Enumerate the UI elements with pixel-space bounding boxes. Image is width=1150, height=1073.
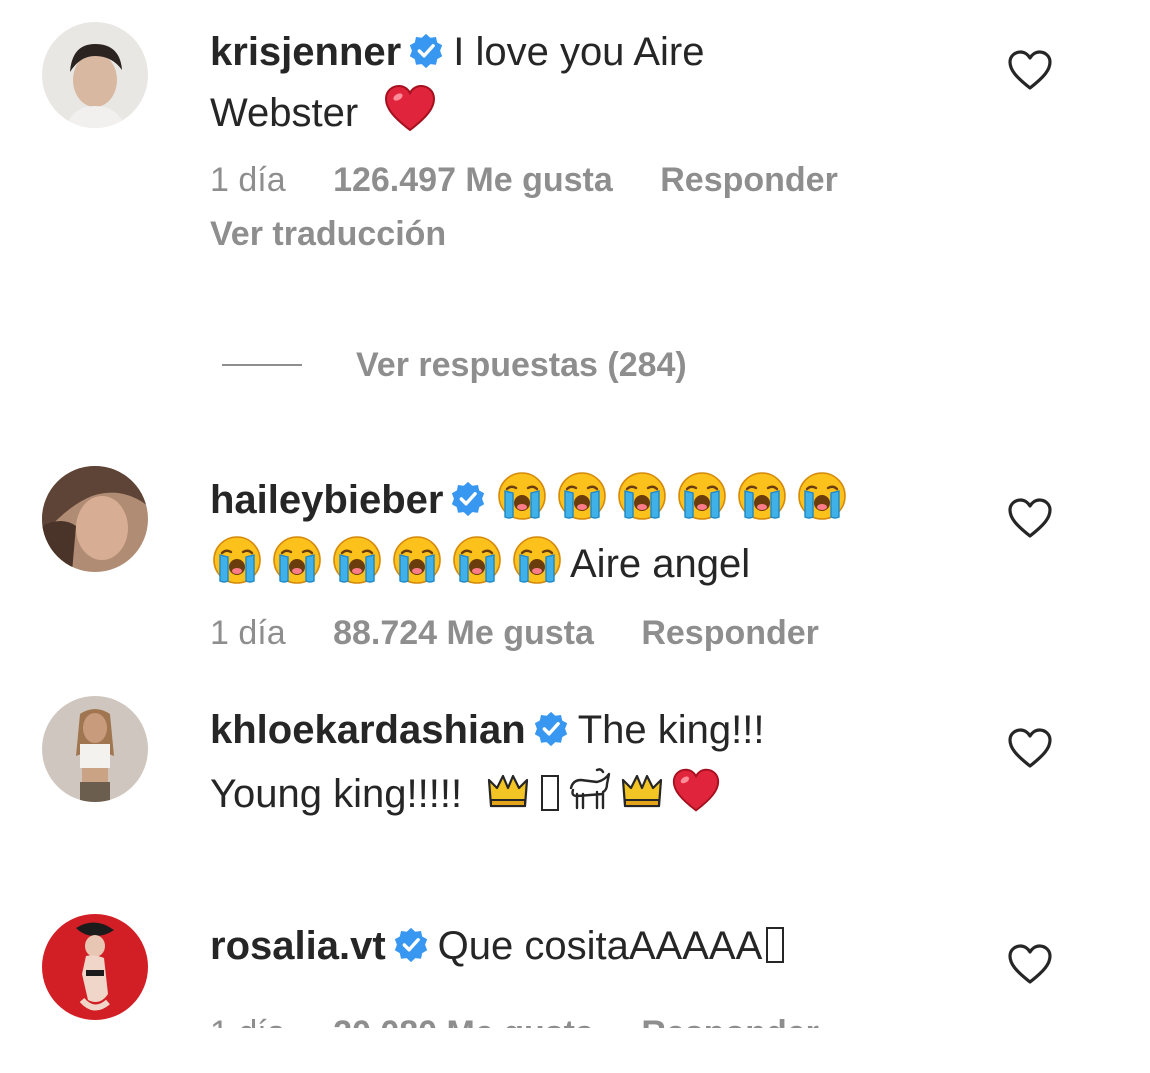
comment-time: 1 día bbox=[210, 1014, 286, 1028]
loudly-crying-face-emoji-icon bbox=[270, 533, 324, 587]
avatar[interactable] bbox=[42, 466, 148, 572]
comment-meta: 1 día 88.724 Me gusta Responder bbox=[210, 610, 970, 656]
comment-text: rosalia.vt Que cositaAAAAA bbox=[210, 916, 970, 976]
comment-meta: 1 día 126.497 Me gusta Responder bbox=[210, 157, 970, 203]
comment-text-line2: Webster bbox=[210, 91, 359, 135]
view-replies-label: Ver respuestas (284) bbox=[356, 345, 687, 384]
verified-badge-icon bbox=[449, 473, 487, 517]
red-heart-emoji-icon bbox=[671, 766, 721, 816]
loudly-crying-face-emoji-icon bbox=[210, 533, 264, 587]
loudly-crying-face-emoji-icon bbox=[795, 469, 849, 523]
loudly-crying-face-emoji-icon bbox=[735, 469, 789, 523]
likes-count[interactable]: 20.080 Me gusta bbox=[333, 1014, 594, 1028]
loudly-crying-face-emoji-icon bbox=[510, 533, 564, 587]
comment-text: khloekardashian The king!!! Young king!!!… bbox=[210, 698, 970, 826]
missing-glyph-icon bbox=[541, 775, 560, 811]
goat-emoji-icon bbox=[563, 766, 613, 816]
comment-body: haileybieber Aire angel 1 día 88.724 Me … bbox=[210, 468, 970, 656]
likes-count[interactable]: 88.724 Me gusta bbox=[333, 614, 594, 652]
crying-emoji-row bbox=[210, 536, 570, 586]
avatar[interactable] bbox=[42, 22, 148, 128]
verified-badge-icon bbox=[532, 703, 570, 747]
crown-emoji-icon bbox=[617, 766, 667, 816]
see-translation-button[interactable]: Ver traducción bbox=[210, 211, 970, 257]
avatar[interactable] bbox=[42, 914, 148, 1020]
loudly-crying-face-emoji-icon bbox=[330, 533, 384, 587]
likes-count[interactable]: 126.497 Me gusta bbox=[333, 161, 613, 199]
comment-text-line1: I love you Aire bbox=[453, 30, 705, 74]
like-heart-icon[interactable] bbox=[1006, 496, 1054, 540]
verified-badge-icon bbox=[407, 27, 445, 69]
username[interactable]: khloekardashian bbox=[210, 708, 526, 752]
loudly-crying-face-emoji-icon bbox=[450, 533, 504, 587]
comment-text: haileybieber Aire angel bbox=[210, 468, 970, 596]
loudly-crying-face-emoji-icon bbox=[555, 469, 609, 523]
username[interactable]: rosalia.vt bbox=[210, 924, 386, 968]
missing-glyph-icon bbox=[766, 927, 785, 963]
comment-text-line1: The king!!! bbox=[577, 708, 765, 752]
loudly-crying-face-emoji-icon bbox=[495, 469, 549, 523]
like-heart-icon[interactable] bbox=[1006, 48, 1054, 92]
like-heart-icon[interactable] bbox=[1006, 942, 1054, 986]
comment-body: rosalia.vt Que cositaAAAAA bbox=[210, 916, 970, 976]
reply-button[interactable]: Responder bbox=[641, 1014, 819, 1028]
loudly-crying-face-emoji-icon bbox=[675, 469, 729, 523]
loudly-crying-face-emoji-icon bbox=[390, 533, 444, 587]
comment-text-line2: Young king!!!!! bbox=[210, 772, 463, 816]
comment-meta: 1 día 20.080 Me gusta Responder bbox=[210, 1010, 970, 1028]
crying-emoji-row bbox=[495, 472, 855, 522]
comment-meta-clipped: 1 día 20.080 Me gusta Responder bbox=[210, 1010, 970, 1028]
like-heart-icon[interactable] bbox=[1006, 726, 1054, 770]
loudly-crying-face-emoji-icon bbox=[615, 469, 669, 523]
comment-text: krisjenner I love you Aire Webster bbox=[210, 22, 970, 143]
username[interactable]: krisjenner bbox=[210, 30, 401, 74]
view-replies-button[interactable]: Ver respuestas (284) bbox=[222, 340, 687, 390]
verified-badge-icon bbox=[392, 921, 430, 963]
avatar[interactable] bbox=[42, 696, 148, 802]
comment-text-line1: Que cositaAAAAA bbox=[437, 924, 763, 968]
username[interactable]: haileybieber bbox=[210, 478, 443, 522]
comment-body: khloekardashian The king!!! Young king!!!… bbox=[210, 698, 970, 826]
red-heart-emoji-icon bbox=[383, 82, 437, 136]
comment-time: 1 día bbox=[210, 161, 286, 199]
comment-text-tail: Aire angel bbox=[570, 542, 751, 586]
reply-button[interactable]: Responder bbox=[660, 161, 838, 199]
comment-time: 1 día bbox=[210, 614, 286, 652]
divider-line bbox=[222, 364, 302, 366]
reply-button[interactable]: Responder bbox=[641, 614, 819, 652]
comment-body: krisjenner I love you Aire Webster 1 día … bbox=[210, 22, 970, 257]
crown-emoji-icon bbox=[483, 766, 533, 816]
